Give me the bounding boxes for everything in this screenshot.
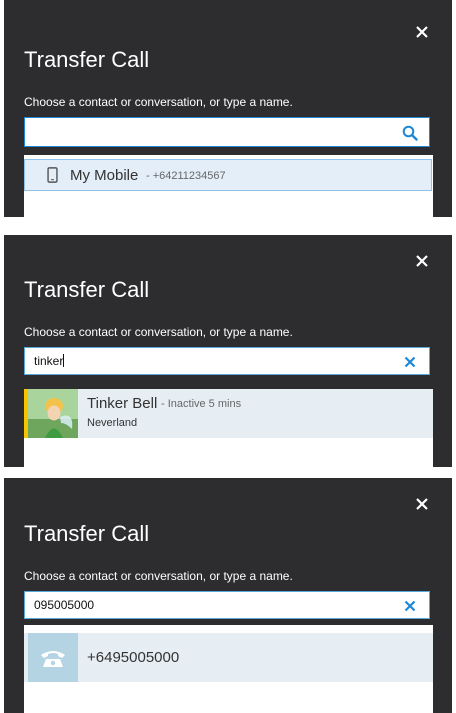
transfer-call-dialog: Transfer Call Choose a contact or conver… <box>4 235 452 467</box>
result-item-phone-number[interactable]: +6495005000 <box>24 633 433 682</box>
result-detail: - +64211234567 <box>146 170 226 182</box>
clear-icon[interactable] <box>402 598 418 614</box>
search-input-value: tinker <box>34 354 64 368</box>
search-input-value-wrap: tinker <box>34 354 65 368</box>
result-location: Neverland <box>87 417 138 429</box>
phone-tile <box>28 633 78 682</box>
text-cursor <box>63 354 65 367</box>
results-list <box>24 438 433 467</box>
dialog-instruction: Choose a contact or conversation, or typ… <box>24 325 293 339</box>
result-number: +6495005000 <box>87 649 180 666</box>
dialog-instruction: Choose a contact or conversation, or typ… <box>24 569 293 583</box>
search-input-value: 095005000 <box>34 598 95 612</box>
result-item-tinker-bell[interactable]: Tinker Bell - Inactive 5 mins Neverland <box>24 389 433 438</box>
contact-search-input[interactable]: 095005000 <box>24 591 430 619</box>
result-status: - Inactive 5 mins <box>161 398 242 410</box>
phone-icon <box>41 651 65 667</box>
transfer-call-dialog: Transfer Call Choose a contact or conver… <box>4 478 452 713</box>
dialog-title: Transfer Call <box>24 277 150 302</box>
close-icon[interactable] <box>412 251 432 271</box>
dialog-title: Transfer Call <box>24 521 150 546</box>
dialog-title: Transfer Call <box>24 47 150 72</box>
result-item-my-mobile[interactable]: My Mobile - +64211234567 <box>24 159 432 191</box>
contact-search-input[interactable] <box>24 117 430 147</box>
result-name: My Mobile <box>70 167 139 184</box>
search-icon[interactable] <box>402 125 418 141</box>
contact-search-input[interactable]: tinker <box>24 347 430 375</box>
close-icon[interactable] <box>412 22 432 42</box>
dialog-instruction: Choose a contact or conversation, or typ… <box>24 95 293 109</box>
mobile-phone-icon <box>47 167 58 183</box>
result-name: Tinker Bell <box>87 395 158 412</box>
avatar <box>28 389 78 438</box>
close-icon[interactable] <box>412 494 432 514</box>
transfer-call-dialog: Transfer Call Choose a contact or conver… <box>4 0 452 217</box>
clear-icon[interactable] <box>402 354 418 370</box>
